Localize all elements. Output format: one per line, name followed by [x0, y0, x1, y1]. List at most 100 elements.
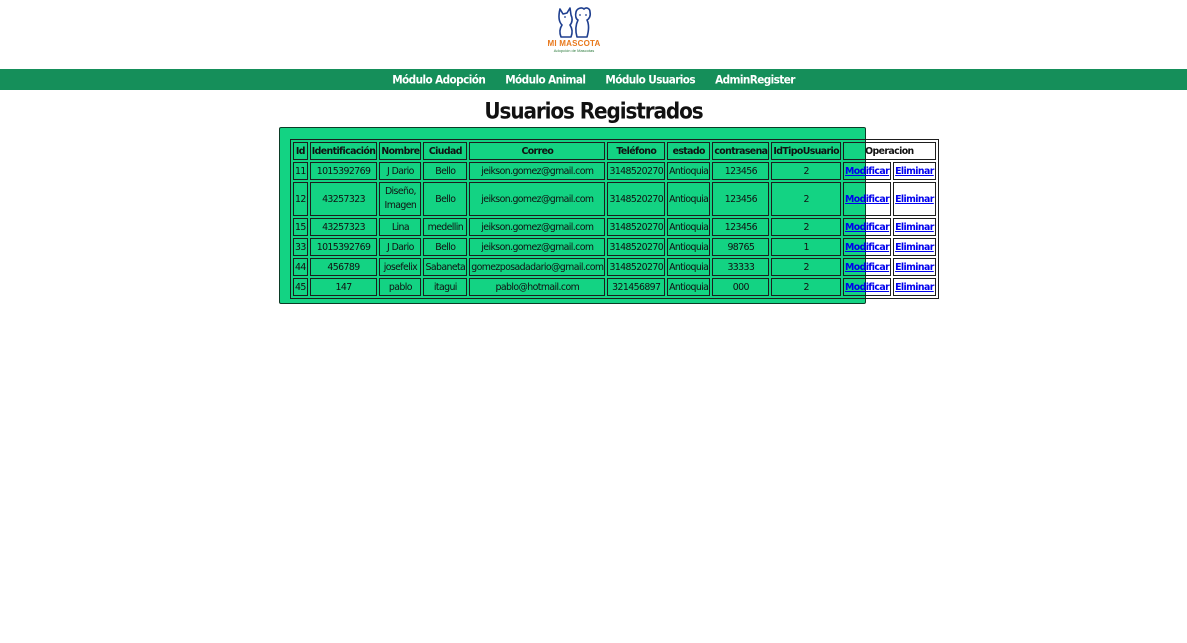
cell-correo: jeikson.gomez@gmail.com [469, 182, 606, 216]
delete-link[interactable]: Eliminar [895, 282, 934, 293]
table-row: 44 456789 josefelix Sabaneta gomezposada… [293, 258, 936, 276]
cell-id: 11 [293, 162, 308, 180]
nav-link-usuarios[interactable]: Módulo Usuarios [605, 73, 695, 86]
site-header: MI MASCOTA Adopción de Mascotas [0, 0, 1187, 69]
cell-modificar: Modificar [843, 218, 892, 236]
cell-id: 33 [293, 238, 308, 256]
table-row: 12 43257323 Diseño, Imagen Bello jeikson… [293, 182, 936, 216]
cell-eliminar: Eliminar [893, 218, 936, 236]
cell-tipo-usuario: 2 [771, 278, 842, 296]
nav-link-animal[interactable]: Módulo Animal [505, 73, 586, 86]
cell-contrasena: 000 [712, 278, 770, 296]
cell-eliminar: Eliminar [893, 162, 936, 180]
cell-identificacion: 43257323 [309, 182, 378, 216]
cell-contrasena: 123456 [712, 218, 770, 236]
page-title: Usuarios Registrados [484, 97, 703, 124]
cell-telefono: 3148520270 [607, 238, 666, 256]
cell-nombre: J Dario [379, 162, 422, 180]
cell-ciudad: medellin [423, 218, 468, 236]
cell-tipo-usuario: 2 [771, 182, 842, 216]
main-navbar: Módulo Adopción Módulo Animal Módulo Usu… [0, 69, 1187, 90]
cat-and-dog-logo-icon [558, 7, 592, 38]
cell-estado: Antioquia [667, 162, 711, 180]
delete-link[interactable]: Eliminar [895, 194, 934, 205]
modify-link[interactable]: Modificar [845, 262, 890, 273]
modify-link[interactable]: Modificar [845, 242, 890, 253]
cell-eliminar: Eliminar [893, 182, 936, 216]
cell-modificar: Modificar [843, 258, 892, 276]
cell-contrasena: 123456 [712, 182, 770, 216]
table-header-row: Id Identificación Nombre Ciudad Correo T… [293, 142, 936, 160]
cell-telefono: 3148520270 [607, 218, 666, 236]
brand-logo[interactable]: MI MASCOTA Adopción de Mascotas [541, 5, 607, 57]
cell-identificacion: 1015392769 [309, 238, 378, 256]
cell-correo: jeikson.gomez@gmail.com [469, 218, 606, 236]
column-header-ciudad: Ciudad [423, 142, 468, 160]
cell-id: 12 [293, 182, 308, 216]
cell-telefono: 3148520270 [607, 258, 666, 276]
column-header-tipo-usuario: IdTipoUsuario [771, 142, 842, 160]
cell-modificar: Modificar [843, 182, 892, 216]
modify-link[interactable]: Modificar [845, 166, 890, 177]
column-header-operacion: Operacion [843, 142, 936, 160]
cell-identificacion: 43257323 [309, 218, 378, 236]
cell-telefono: 3148520270 [607, 162, 666, 180]
cell-tipo-usuario: 2 [771, 218, 842, 236]
cell-modificar: Modificar [843, 238, 892, 256]
cell-ciudad: itagui [423, 278, 468, 296]
cell-eliminar: Eliminar [893, 278, 936, 296]
table-row: 33 1015392769 J Dario Bello jeikson.gome… [293, 238, 936, 256]
column-header-nombre: Nombre [379, 142, 422, 160]
modify-link[interactable]: Modificar [845, 194, 890, 205]
users-table: Id Identificación Nombre Ciudad Correo T… [290, 139, 939, 299]
cell-identificacion: 1015392769 [309, 162, 378, 180]
cell-correo: pablo@hotmail.com [469, 278, 606, 296]
cell-nombre: josefelix [379, 258, 422, 276]
cell-estado: Antioquia [667, 218, 711, 236]
modify-link[interactable]: Modificar [845, 222, 890, 233]
cell-id: 15 [293, 218, 308, 236]
cell-correo: gomezposadadario@gmail.com [469, 258, 606, 276]
column-header-contrasena: contrasena [712, 142, 770, 160]
cell-telefono: 3148520270 [607, 182, 666, 216]
cell-eliminar: Eliminar [893, 258, 936, 276]
cell-nombre: J Dario [379, 238, 422, 256]
table-row: 45 147 pablo itagui pablo@hotmail.com 32… [293, 278, 936, 296]
table-row: 11 1015392769 J Dario Bello jeikson.gome… [293, 162, 936, 180]
cell-ciudad: Bello [423, 182, 468, 216]
cell-tipo-usuario: 2 [771, 162, 842, 180]
cell-ciudad: Bello [423, 162, 468, 180]
column-header-identificacion: Identificación [309, 142, 378, 160]
cell-nombre: Diseño, Imagen [379, 182, 422, 216]
cell-id: 44 [293, 258, 308, 276]
column-header-telefono: Teléfono [607, 142, 666, 160]
delete-link[interactable]: Eliminar [895, 262, 934, 273]
cell-estado: Antioquia [667, 278, 711, 296]
delete-link[interactable]: Eliminar [895, 166, 934, 177]
cell-identificacion: 456789 [309, 258, 378, 276]
cell-id: 45 [293, 278, 308, 296]
cell-ciudad: Sabaneta [423, 258, 468, 276]
table-row: 15 43257323 Lina medellin jeikson.gomez@… [293, 218, 936, 236]
column-header-correo: Correo [469, 142, 606, 160]
column-header-id: Id [293, 142, 308, 160]
cell-estado: Antioquia [667, 238, 711, 256]
cell-nombre: pablo [379, 278, 422, 296]
nav-link-admin-register[interactable]: AdminRegister [715, 73, 795, 86]
cell-modificar: Modificar [843, 162, 892, 180]
delete-link[interactable]: Eliminar [895, 242, 934, 253]
modify-link[interactable]: Modificar [845, 282, 890, 293]
cell-eliminar: Eliminar [893, 238, 936, 256]
cell-tipo-usuario: 2 [771, 258, 842, 276]
cell-telefono: 321456897 [607, 278, 666, 296]
cell-contrasena: 123456 [712, 162, 770, 180]
brand-name: MI MASCOTA [547, 39, 601, 48]
cell-contrasena: 98765 [712, 238, 770, 256]
cell-estado: Antioquia [667, 258, 711, 276]
brand-tagline: Adopción de Mascotas [553, 48, 595, 53]
delete-link[interactable]: Eliminar [895, 222, 934, 233]
column-header-estado: estado [667, 142, 711, 160]
cell-modificar: Modificar [843, 278, 892, 296]
cell-ciudad: Bello [423, 238, 468, 256]
nav-link-adopcion[interactable]: Módulo Adopción [392, 73, 486, 86]
